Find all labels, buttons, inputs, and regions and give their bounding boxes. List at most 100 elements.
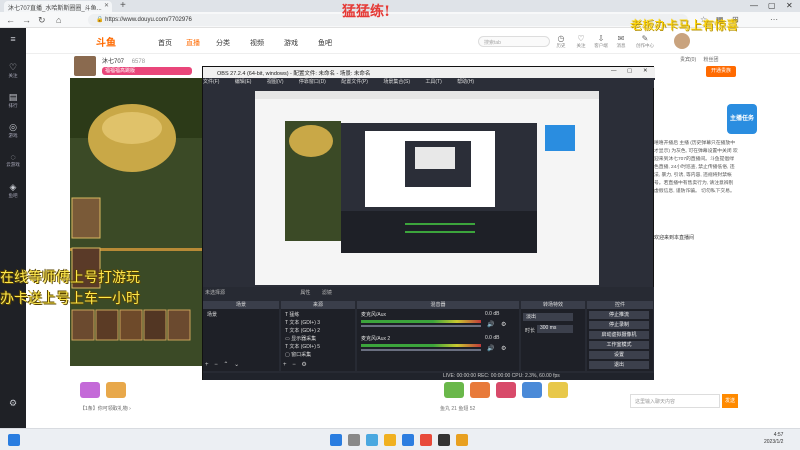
live-video-player[interactable] xyxy=(70,78,204,366)
menu-edit[interactable]: 编辑(E) xyxy=(235,79,252,85)
sidebar-item-rank[interactable]: ▤ 排行 xyxy=(0,92,26,109)
streamer-avatar[interactable] xyxy=(74,56,96,76)
volume-slider[interactable] xyxy=(361,349,481,351)
client-button[interactable]: ⇩ 客户端 xyxy=(592,34,610,49)
transition-select[interactable]: 淡出 xyxy=(523,313,573,321)
menu-view[interactable]: 视图(V) xyxy=(267,79,284,85)
streamer-name[interactable]: 沐七707 6578 xyxy=(102,56,145,65)
sidebar-item-game[interactable]: ◎ 游戏 xyxy=(0,122,26,139)
remove-icon[interactable]: − xyxy=(292,362,296,368)
stop-recording-button[interactable]: 停止录制 xyxy=(589,321,649,329)
obs-preview[interactable] xyxy=(255,91,599,285)
menu-tools[interactable]: 工具(T) xyxy=(425,79,441,85)
nav-game[interactable]: 游戏 xyxy=(284,38,298,48)
tab-vip[interactable]: 贵宾(0) xyxy=(680,57,696,63)
chat-input[interactable]: 这里输入聊天内容 xyxy=(630,394,720,408)
noble-button[interactable]: 开通贵族 xyxy=(706,66,736,77)
user-avatar[interactable] xyxy=(674,33,690,49)
site-search-input[interactable]: 搜索tab xyxy=(478,36,550,47)
virtual-camera-button[interactable]: 启动虚拟摄像机 xyxy=(589,331,649,339)
menu-profile[interactable]: 配置文件(P) xyxy=(341,79,368,85)
gift-icon[interactable] xyxy=(522,382,542,398)
menu-file[interactable]: 文件(F) xyxy=(203,79,219,85)
app-icon[interactable] xyxy=(420,434,432,446)
reload-icon[interactable]: ↻ xyxy=(38,15,46,26)
source-item[interactable]: ▢ 窗口采集 xyxy=(285,351,311,358)
sidebar-item-fishbar[interactable]: ◈ 鱼吧 xyxy=(0,182,26,199)
source-item[interactable]: T 文本 (GDI+) 3 xyxy=(285,319,320,326)
gear-icon[interactable]: ⚙ xyxy=(301,362,306,368)
new-tab-icon[interactable]: + xyxy=(120,0,126,11)
home-icon[interactable]: ⌂ xyxy=(56,15,61,25)
source-item[interactable]: ▭ 显示器采集 xyxy=(285,335,316,342)
start-icon[interactable] xyxy=(8,434,20,446)
nav-category[interactable]: 分类 xyxy=(216,38,230,48)
speaker-icon[interactable]: 🔊 xyxy=(487,321,494,328)
douyu-logo[interactable]: 斗鱼 xyxy=(96,34,116,49)
close-icon[interactable]: ✕ xyxy=(643,68,648,74)
follow-list-button[interactable]: ♡ 关注 xyxy=(572,34,590,49)
exit-button[interactable]: 退出 xyxy=(589,361,649,369)
back-icon[interactable]: ← xyxy=(6,15,15,25)
gift-icon[interactable] xyxy=(106,382,126,398)
minimize-icon[interactable]: — xyxy=(611,68,617,74)
gift-icon[interactable] xyxy=(80,382,100,398)
obs-icon[interactable] xyxy=(438,434,450,446)
close-icon[interactable]: ✕ xyxy=(104,2,109,9)
nav-live[interactable]: 直播 xyxy=(186,38,200,48)
studio-mode-button[interactable]: 工作室模式 xyxy=(589,341,649,349)
settings-button[interactable]: 设置 xyxy=(589,351,649,359)
maximize-icon[interactable]: ▢ xyxy=(627,68,632,74)
gift-icon[interactable] xyxy=(444,382,464,398)
douyu-app-icon[interactable] xyxy=(456,434,468,446)
volume-slider[interactable] xyxy=(361,325,481,327)
tray-clock[interactable]: 4:57 2023/1/2 xyxy=(764,432,783,446)
edge-icon[interactable] xyxy=(366,434,378,446)
filters-button[interactable]: 滤镜 xyxy=(322,290,332,296)
obs-window[interactable]: OBS 27.2.4 (64-bit, windows) - 配置文件: 未命名… xyxy=(202,66,655,381)
tab-fans[interactable]: 粉丝团 xyxy=(704,57,719,63)
sidebar-item-follow[interactable]: ♡ 关注 xyxy=(0,62,26,79)
add-icon[interactable]: + xyxy=(283,362,287,368)
messages-button[interactable]: ✉ 消息 xyxy=(612,34,630,49)
gift-notice[interactable]: 【1条】你可领取礼物 › xyxy=(80,405,131,412)
settings-icon[interactable]: ⚙ xyxy=(0,398,26,409)
send-button[interactable]: 发送 xyxy=(722,394,738,408)
menu-scene-collection[interactable]: 场景集合(S) xyxy=(383,79,410,85)
gear-icon[interactable]: ⚙ xyxy=(501,345,506,352)
nav-fishbar[interactable]: 鱼吧 xyxy=(318,38,332,48)
down-icon[interactable]: ⌄ xyxy=(234,362,239,368)
forward-icon[interactable]: → xyxy=(22,15,31,25)
gear-icon[interactable]: ⚙ xyxy=(501,321,506,328)
gift-icon[interactable] xyxy=(496,382,516,398)
creator-center-button[interactable]: ✎ 创作中心 xyxy=(636,34,654,49)
maximize-icon[interactable]: ▢ xyxy=(768,1,776,10)
history-button[interactable]: ◷ 历史 xyxy=(552,34,570,49)
source-item[interactable]: T 文本 (GDI+) 2 xyxy=(285,327,320,334)
menu-icon[interactable]: ≡ xyxy=(0,34,26,44)
source-item[interactable]: T 猛练 xyxy=(285,311,299,318)
close-window-icon[interactable]: ✕ xyxy=(786,1,793,10)
menu-docks[interactable]: 停靠窗口(D) xyxy=(299,79,326,85)
add-icon[interactable]: + xyxy=(205,362,209,368)
search-icon[interactable] xyxy=(330,434,342,446)
gift-icon[interactable] xyxy=(470,382,490,398)
source-item[interactable]: T 文本 (GDI+) 5 xyxy=(285,343,320,350)
promo-badge[interactable]: 主播任务 xyxy=(727,104,757,134)
duration-input[interactable]: 300 ms xyxy=(537,325,573,333)
task-view-icon[interactable] xyxy=(348,434,360,446)
remove-icon[interactable]: − xyxy=(214,362,218,368)
nav-home[interactable]: 首页 xyxy=(158,38,172,48)
minimize-icon[interactable]: — xyxy=(750,1,758,10)
stop-streaming-button[interactable]: 停止推流 xyxy=(589,311,649,319)
more-icon[interactable]: ⋯ xyxy=(770,15,778,24)
folder-icon[interactable] xyxy=(384,434,396,446)
scene-item[interactable]: 场景 xyxy=(207,311,217,318)
browser-tab-active[interactable]: 沐七707直播_水哈斯斯圈圈_斗鱼... ✕ xyxy=(4,1,112,12)
nav-video[interactable]: 视频 xyxy=(250,38,264,48)
store-icon[interactable] xyxy=(402,434,414,446)
properties-button[interactable]: 属性 xyxy=(300,290,310,296)
up-icon[interactable]: ⌃ xyxy=(223,362,228,368)
gift-icon[interactable] xyxy=(548,382,568,398)
menu-help[interactable]: 帮助(H) xyxy=(457,79,474,85)
